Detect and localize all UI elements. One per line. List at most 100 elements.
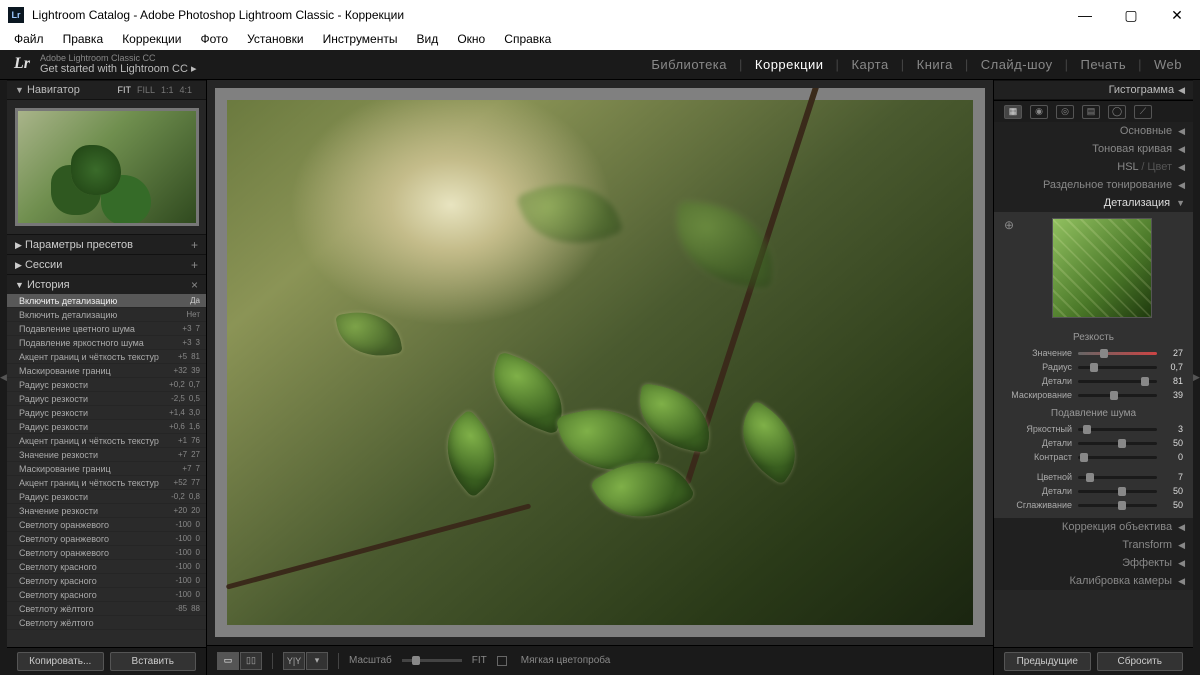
module-slideshow[interactable]: Слайд-шоу bbox=[977, 57, 1057, 72]
slider-track[interactable] bbox=[1078, 380, 1157, 383]
menu-tools[interactable]: Инструменты bbox=[315, 30, 406, 48]
slider-label: Радиус bbox=[1004, 362, 1072, 372]
menu-develop[interactable]: Коррекции bbox=[114, 30, 189, 48]
slider-label: Детали bbox=[1004, 438, 1072, 448]
slider-track[interactable] bbox=[1078, 428, 1157, 431]
history-panel-header[interactable]: ▼ История× bbox=[7, 274, 206, 294]
navigator-thumbnail[interactable] bbox=[7, 100, 206, 234]
reset-button[interactable]: Сбросить bbox=[1097, 652, 1184, 671]
left-edge-handle[interactable]: ◀ bbox=[0, 80, 7, 675]
presets-panel-header[interactable]: ▶ Параметры пресетов+ bbox=[7, 234, 206, 254]
menu-help[interactable]: Справка bbox=[496, 30, 559, 48]
history-item[interactable]: Радиус резкости+0,61,6 bbox=[7, 420, 206, 434]
crop-tool[interactable]: ▦ bbox=[1004, 105, 1022, 119]
brush-tool[interactable]: ⟋ bbox=[1134, 105, 1152, 119]
menu-window[interactable]: Окно bbox=[449, 30, 493, 48]
copy-settings-button[interactable]: Копировать... bbox=[17, 652, 104, 671]
spot-tool[interactable]: ◉ bbox=[1030, 105, 1048, 119]
slider-track[interactable] bbox=[1078, 504, 1157, 507]
module-library[interactable]: Библиотека bbox=[647, 57, 731, 72]
history-item[interactable]: Радиус резкости-2,50,5 bbox=[7, 392, 206, 406]
image-canvas[interactable] bbox=[215, 88, 985, 637]
module-map[interactable]: Карта bbox=[847, 57, 892, 72]
effects-panel-header[interactable]: Эффекты◀ bbox=[994, 554, 1193, 572]
history-item[interactable]: Акцент границ и чёткость текстур+5277 bbox=[7, 476, 206, 490]
redeye-tool[interactable]: ◎ bbox=[1056, 105, 1074, 119]
history-item[interactable]: Радиус резкости+0,20,7 bbox=[7, 378, 206, 392]
identity-line2[interactable]: Get started with Lightroom CC ▸ bbox=[40, 63, 197, 75]
before-after-button[interactable]: Y|Y bbox=[283, 652, 305, 670]
basic-panel-header[interactable]: Основные◀ bbox=[994, 122, 1193, 140]
slider-track[interactable] bbox=[1078, 394, 1157, 397]
slider-row: Маскирование39 bbox=[1004, 388, 1183, 402]
history-item[interactable]: Светлоту оранжевого-1000 bbox=[7, 546, 206, 560]
detail-panel-header[interactable]: Детализация▼ bbox=[994, 194, 1193, 212]
zoom-fill[interactable]: FILL bbox=[137, 85, 155, 95]
module-web[interactable]: Web bbox=[1150, 57, 1186, 72]
zoom-fit[interactable]: FIT bbox=[117, 85, 131, 95]
hsl-panel-header[interactable]: HSL / Цвет◀ bbox=[994, 158, 1193, 176]
radial-tool[interactable]: ◯ bbox=[1108, 105, 1126, 119]
history-item[interactable]: Светлоту жёлтого bbox=[7, 616, 206, 630]
paste-settings-button[interactable]: Вставить bbox=[110, 652, 197, 671]
slider-label: Детали bbox=[1004, 486, 1072, 496]
detail-preview[interactable] bbox=[1052, 218, 1152, 318]
noise-heading: Подавление шума bbox=[1004, 408, 1183, 419]
previous-button[interactable]: Предыдущие bbox=[1004, 652, 1091, 671]
snapshots-panel-header[interactable]: ▶ Сессии+ bbox=[7, 254, 206, 274]
gradient-tool[interactable]: ▤ bbox=[1082, 105, 1100, 119]
menu-photo[interactable]: Фото bbox=[192, 30, 236, 48]
splittoning-panel-header[interactable]: Раздельное тонирование◀ bbox=[994, 176, 1193, 194]
maximize-button[interactable]: ▢ bbox=[1108, 0, 1154, 30]
history-item[interactable]: Включить детализациюДа bbox=[7, 294, 206, 308]
history-item[interactable]: Светлоту жёлтого-8588 bbox=[7, 602, 206, 616]
history-item[interactable]: Акцент границ и чёткость текстур+176 bbox=[7, 434, 206, 448]
history-item[interactable]: Маскирование границ+77 bbox=[7, 462, 206, 476]
module-print[interactable]: Печать bbox=[1077, 57, 1131, 72]
history-item[interactable]: Значение резкости+2020 bbox=[7, 504, 206, 518]
before-after-menu[interactable]: ▾ bbox=[306, 652, 328, 670]
right-edge-handle[interactable]: ▶ bbox=[1193, 80, 1200, 675]
slider-track[interactable] bbox=[1078, 442, 1157, 445]
calibration-panel-header[interactable]: Калибровка камеры◀ bbox=[994, 572, 1193, 590]
history-item[interactable]: Светлоту красного-1000 bbox=[7, 574, 206, 588]
loupe-view-button[interactable]: ▭ bbox=[217, 652, 239, 670]
zoom-custom[interactable]: 4:1 bbox=[179, 85, 192, 95]
history-item[interactable]: Светлоту красного-1000 bbox=[7, 588, 206, 602]
zoom-slider[interactable] bbox=[412, 656, 420, 665]
history-item[interactable]: Светлоту оранжевого-1000 bbox=[7, 532, 206, 546]
compare-view-button[interactable]: ▯▯ bbox=[240, 652, 262, 670]
detail-target-icon[interactable]: ⊕ bbox=[1004, 218, 1014, 232]
history-item[interactable]: Радиус резкости+1,43,0 bbox=[7, 406, 206, 420]
menu-view[interactable]: Вид bbox=[409, 30, 447, 48]
menu-edit[interactable]: Правка bbox=[55, 30, 112, 48]
close-button[interactable]: ✕ bbox=[1154, 0, 1200, 30]
module-develop[interactable]: Коррекции bbox=[751, 57, 828, 72]
module-book[interactable]: Книга bbox=[913, 57, 957, 72]
slider-track[interactable] bbox=[1078, 456, 1157, 459]
history-item[interactable]: Подавление цветного шума+37 bbox=[7, 322, 206, 336]
menu-file[interactable]: Файл bbox=[6, 30, 52, 48]
history-item[interactable]: Радиус резкости-0,20,8 bbox=[7, 490, 206, 504]
navigator-header[interactable]: ▼ Навигатор FIT FILL 1:1 4:1 bbox=[7, 80, 206, 100]
menu-settings[interactable]: Установки bbox=[239, 30, 311, 48]
tonecurve-panel-header[interactable]: Тоновая кривая◀ bbox=[994, 140, 1193, 158]
softproof-checkbox[interactable] bbox=[497, 656, 507, 666]
slider-track[interactable] bbox=[1078, 476, 1157, 479]
slider-track[interactable] bbox=[1078, 490, 1157, 493]
slider-track[interactable] bbox=[1078, 366, 1157, 369]
slider-track[interactable] bbox=[1078, 352, 1157, 355]
history-item[interactable]: Значение резкости+727 bbox=[7, 448, 206, 462]
lens-panel-header[interactable]: Коррекция объектива◀ bbox=[994, 518, 1193, 536]
zoom-1-1[interactable]: 1:1 bbox=[161, 85, 174, 95]
transform-panel-header[interactable]: Transform◀ bbox=[994, 536, 1193, 554]
window-title: Lightroom Catalog - Adobe Photoshop Ligh… bbox=[32, 8, 404, 22]
history-item[interactable]: Включить детализациюНет bbox=[7, 308, 206, 322]
histogram-header[interactable]: Гистограмма◀ bbox=[994, 80, 1193, 100]
history-item[interactable]: Маскирование границ+3239 bbox=[7, 364, 206, 378]
history-item[interactable]: Акцент границ и чёткость текстур+581 bbox=[7, 350, 206, 364]
minimize-button[interactable]: ― bbox=[1062, 0, 1108, 30]
history-item[interactable]: Светлоту оранжевого-1000 bbox=[7, 518, 206, 532]
history-item[interactable]: Светлоту красного-1000 bbox=[7, 560, 206, 574]
history-item[interactable]: Подавление яркостного шума+33 bbox=[7, 336, 206, 350]
